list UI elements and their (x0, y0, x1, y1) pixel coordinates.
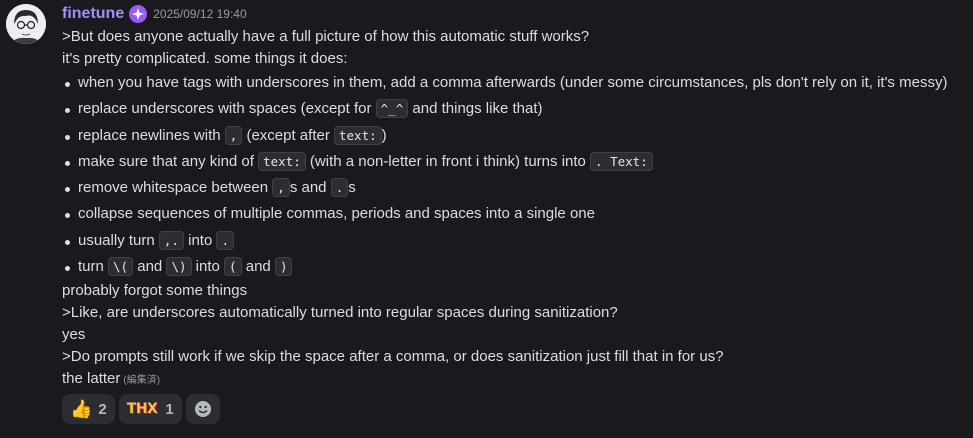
bullet-text: (except after (242, 126, 334, 144)
inline-code: . (216, 230, 234, 250)
inline-code: . Text: (590, 151, 653, 171)
user-avatar-icon (6, 4, 46, 44)
add-reaction-button[interactable] (185, 394, 220, 424)
bullet-text: usually turn (78, 231, 159, 249)
reaction-count: 1 (165, 400, 174, 418)
bullet-text: s (348, 179, 356, 197)
bullet-text: and (241, 258, 275, 276)
smiley-icon (194, 401, 211, 417)
message-text-line: probably forgot some things (62, 282, 248, 300)
bullet-text: remove whitespace between (78, 179, 273, 197)
bullet-item: remove whitespace between ,s and .s (62, 175, 962, 201)
bullet-text: s and (289, 179, 331, 197)
edited-label: (編集済) (123, 375, 161, 387)
bullet-text: replace newlines with (78, 126, 225, 144)
username[interactable]: finetune (62, 5, 124, 23)
inline-code: \) (166, 257, 192, 277)
bullet-text: and things like that) (408, 100, 543, 118)
message-header: finetune 2025/09/12 19:40 (62, 4, 247, 24)
message-text-line: >Like, are underscores automatically tur… (62, 304, 618, 322)
bullet-text: into (191, 258, 225, 276)
bullet-text: ) (381, 126, 387, 144)
inline-code: text: (334, 125, 382, 145)
reaction-thx[interactable]: THX 1 (118, 394, 182, 424)
thx-icon: THX (126, 401, 158, 417)
message-text-line: yes (62, 326, 86, 344)
message-text-line: it's pretty complicated. some things it … (62, 50, 348, 67)
inline-code: ,. (158, 230, 184, 250)
bullet-item: when you have tags with underscores in t… (62, 70, 962, 96)
bullet-text: into (183, 231, 217, 249)
bullet-text: turn (78, 258, 109, 276)
bullet-text: and (133, 258, 167, 276)
message-text-line: >But does anyone actually have a full pi… (62, 28, 590, 45)
bullet-item: usually turn ,. into . (62, 228, 962, 254)
bullet-item: replace underscores with spaces (except … (62, 96, 962, 122)
message-text-line: the latter (編集済) (62, 368, 962, 390)
bullet-text: (with a non-letter in front i think) tur… (305, 152, 591, 170)
message-content: >But does anyone actually have a full pi… (62, 26, 962, 390)
inline-code: , (272, 178, 290, 198)
message-text: the latter (62, 370, 121, 388)
avatar[interactable] (6, 4, 46, 44)
chat-message: finetune 2025/09/12 19:40 >But does anyo… (0, 0, 973, 438)
inline-code: text: (258, 151, 306, 171)
bullet-list: when you have tags with underscores in t… (62, 70, 962, 280)
bullet-text: replace underscores with spaces (except … (78, 100, 376, 118)
inline-code: ) (274, 257, 293, 277)
timestamp[interactable]: 2025/09/12 19:40 (153, 7, 246, 21)
inline-code: ( (224, 257, 242, 277)
reaction-thumbs-up[interactable]: 👍 2 (62, 394, 115, 424)
bullet-text: collapse sequences of multiple commas, p… (78, 205, 595, 223)
inline-code: ^_^ (375, 99, 409, 119)
bullet-item: turn \( and \) into ( and ) (62, 254, 962, 280)
inline-code: , (224, 125, 243, 145)
bullet-item: make sure that any kind of text: (with a… (62, 149, 962, 175)
reaction-count: 2 (98, 400, 107, 418)
bullet-text: when you have tags with underscores in t… (78, 74, 948, 91)
thumbs-up-icon: 👍 (70, 398, 93, 419)
inline-code: . (330, 178, 349, 198)
bullet-text: make sure that any kind of (78, 152, 259, 170)
nitro-badge-icon[interactable] (128, 4, 148, 24)
inline-code: \( (108, 257, 134, 277)
bullet-item: replace newlines with , (except after te… (62, 123, 962, 149)
message-text-line: >Do prompts still work if we skip the sp… (62, 348, 724, 366)
reaction-bar: 👍 2 THX 1 (62, 394, 220, 424)
bullet-item: collapse sequences of multiple commas, p… (62, 201, 962, 227)
